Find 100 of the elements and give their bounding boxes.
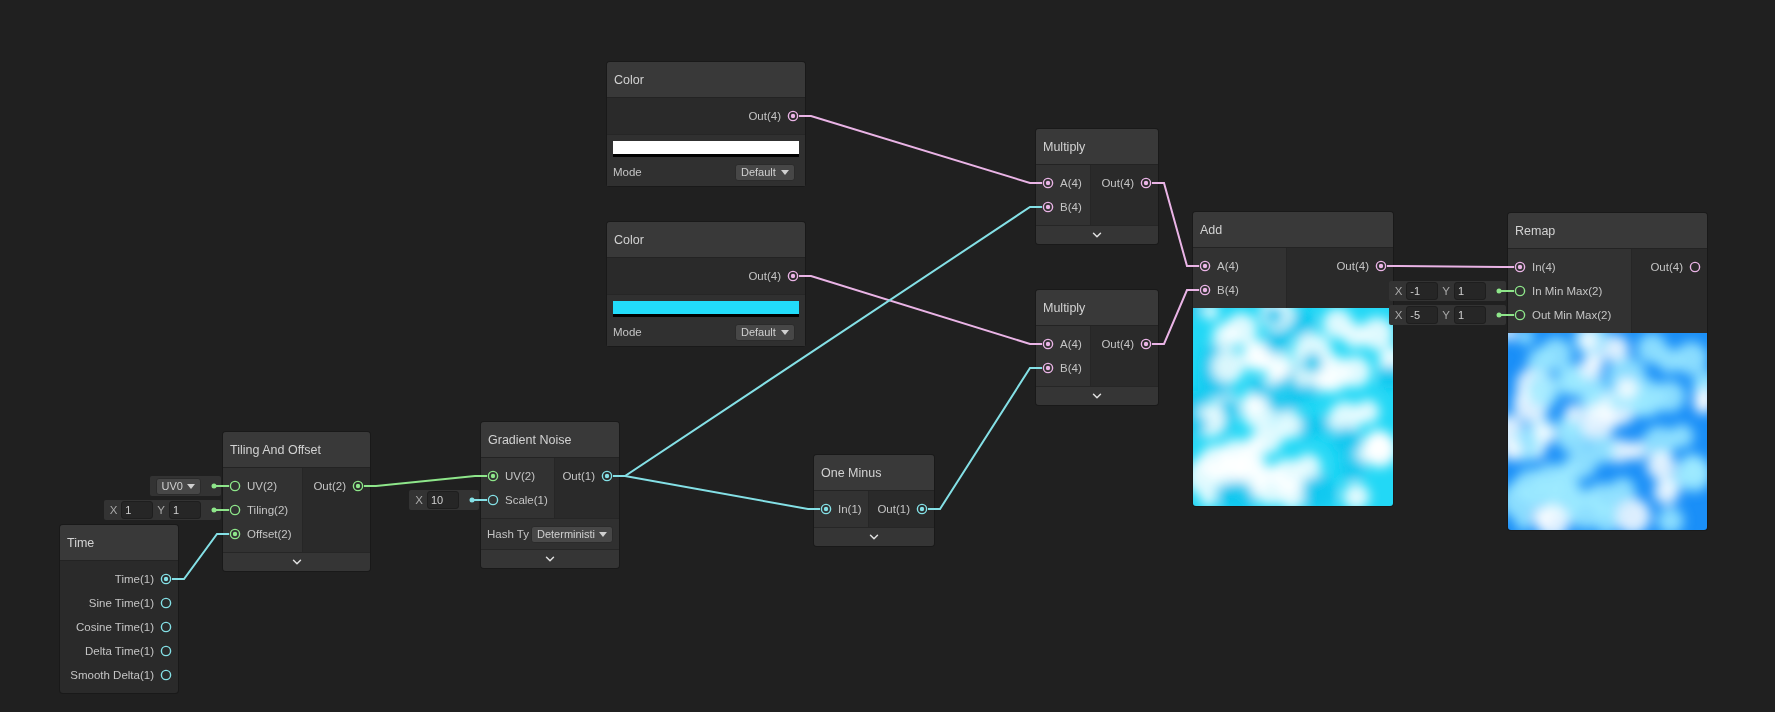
graph-node[interactable]: Color Out(4) Mode Default	[607, 222, 805, 346]
graph-node[interactable]: Multiply A(4) B(4) Out(4)	[1036, 290, 1158, 405]
caret-icon	[599, 531, 607, 537]
graph-node[interactable]: Multiply A(4) B(4) Out(4)	[1036, 129, 1158, 244]
axis-label: Y	[157, 504, 165, 516]
node-title: Tiling And Offset	[223, 432, 370, 468]
graph-node[interactable]: Add A(4) B(4) Out(4)	[1193, 212, 1393, 506]
axis-label: X	[415, 494, 423, 506]
number-field[interactable]: 1	[169, 501, 201, 519]
port-label: A(4)	[1060, 338, 1082, 350]
graph-node[interactable]: Time Time(1) Sine Time(1) Cosine Time(1) Delta Time(1) Smooth Delta(1)	[60, 525, 178, 693]
node-title: Add	[1193, 212, 1393, 248]
port-icon[interactable]	[160, 573, 172, 585]
graph-node[interactable]: Color Out(4) Mode Default	[607, 62, 805, 186]
port-label: Out(4)	[748, 270, 781, 282]
connection-wire	[1151, 289, 1200, 345]
number-field[interactable]: -1	[1406, 282, 1439, 300]
port-icon[interactable]	[160, 669, 172, 681]
link-dot-icon	[211, 507, 217, 513]
port-icon[interactable]	[1375, 260, 1387, 272]
mode-dropdown[interactable]: Default	[735, 163, 795, 181]
port-label: Tiling(2)	[247, 504, 289, 516]
number-field[interactable]: -5	[1406, 306, 1439, 324]
number-field[interactable]: 10	[427, 491, 459, 509]
port-label: Out(1)	[562, 470, 595, 482]
link-dot-icon	[211, 483, 217, 489]
port-icon[interactable]	[160, 597, 172, 609]
connection-wire	[472, 499, 488, 501]
mode-label: Mode	[613, 326, 642, 338]
connection-wire	[1499, 314, 1515, 316]
port-icon[interactable]	[1140, 338, 1152, 350]
port-label: Out(4)	[748, 110, 781, 122]
port-icon[interactable]	[229, 504, 241, 516]
port-label: B(4)	[1217, 284, 1239, 296]
number-field[interactable]: 1	[121, 501, 154, 519]
port-label: Out(4)	[1101, 338, 1134, 350]
port-icon[interactable]	[820, 503, 832, 515]
port-icon[interactable]	[1514, 309, 1526, 321]
graph-node[interactable]: One Minus In(1) Out(1)	[814, 455, 934, 546]
port-label: Offset(2)	[247, 528, 292, 540]
port-icon[interactable]	[160, 645, 172, 657]
link-dot-icon	[469, 497, 475, 503]
number-field[interactable]: 1	[1454, 282, 1486, 300]
port-label: B(4)	[1060, 362, 1082, 374]
port-label: Out(2)	[313, 480, 346, 492]
node-title: Gradient Noise	[481, 422, 619, 458]
port-icon[interactable]	[1042, 338, 1054, 350]
port-label: In(1)	[838, 503, 862, 515]
port-icon[interactable]	[160, 621, 172, 633]
port-icon[interactable]	[487, 470, 499, 482]
port-icon[interactable]	[1514, 285, 1526, 297]
port-icon[interactable]	[1042, 362, 1054, 374]
node-title: Time	[60, 525, 178, 561]
hash-type-dropdown[interactable]: Deterministi	[531, 525, 613, 543]
port-icon[interactable]	[916, 503, 928, 515]
port-label: Smooth Delta(1)	[70, 669, 154, 681]
caret-icon	[187, 483, 195, 489]
connection-wire	[214, 509, 230, 511]
port-label: Cosine Time(1)	[76, 621, 154, 633]
port-label: Out Min Max(2)	[1532, 309, 1612, 321]
port-icon[interactable]	[229, 528, 241, 540]
port-label: Sine Time(1)	[88, 597, 154, 609]
node-title: Remap	[1508, 213, 1707, 249]
port-label: Out(4)	[1650, 261, 1683, 273]
mode-dropdown[interactable]: Default	[735, 323, 795, 341]
node-title: Color	[607, 62, 805, 98]
port-label: UV(2)	[505, 470, 536, 482]
axis-label: Y	[1442, 309, 1450, 321]
port-icon[interactable]	[1042, 201, 1054, 213]
port-icon[interactable]	[1140, 177, 1152, 189]
node-title: One Minus	[814, 455, 934, 491]
port-icon[interactable]	[1514, 261, 1526, 273]
port-icon[interactable]	[487, 494, 499, 506]
port-label: In(4)	[1532, 261, 1556, 273]
connection-wire	[171, 533, 230, 580]
node-title: Color	[607, 222, 805, 258]
port-icon[interactable]	[352, 480, 364, 492]
axis-label: Y	[1442, 285, 1450, 297]
port-label: B(4)	[1060, 201, 1082, 213]
port-label: Time(1)	[114, 573, 154, 585]
port-icon[interactable]	[787, 110, 799, 122]
port-icon[interactable]	[229, 480, 241, 492]
port-label: Scale(1)	[505, 494, 548, 506]
port-icon[interactable]	[787, 270, 799, 282]
port-icon[interactable]	[1199, 284, 1211, 296]
node-title: Multiply	[1036, 290, 1158, 326]
color-swatch[interactable]	[613, 141, 799, 157]
link-dot-icon	[1496, 288, 1502, 294]
port-icon[interactable]	[1689, 261, 1701, 273]
uv-dropdown[interactable]: UV0	[155, 477, 201, 495]
number-field[interactable]: 1	[1454, 306, 1486, 324]
port-label: UV(2)	[247, 480, 278, 492]
port-icon[interactable]	[1199, 260, 1211, 272]
color-swatch[interactable]	[613, 301, 799, 317]
connection-wire	[1499, 290, 1515, 292]
axis-label: X	[1394, 309, 1403, 321]
port-icon[interactable]	[601, 470, 613, 482]
port-label: Out(1)	[877, 503, 910, 515]
port-label: A(4)	[1217, 260, 1239, 272]
port-icon[interactable]	[1042, 177, 1054, 189]
